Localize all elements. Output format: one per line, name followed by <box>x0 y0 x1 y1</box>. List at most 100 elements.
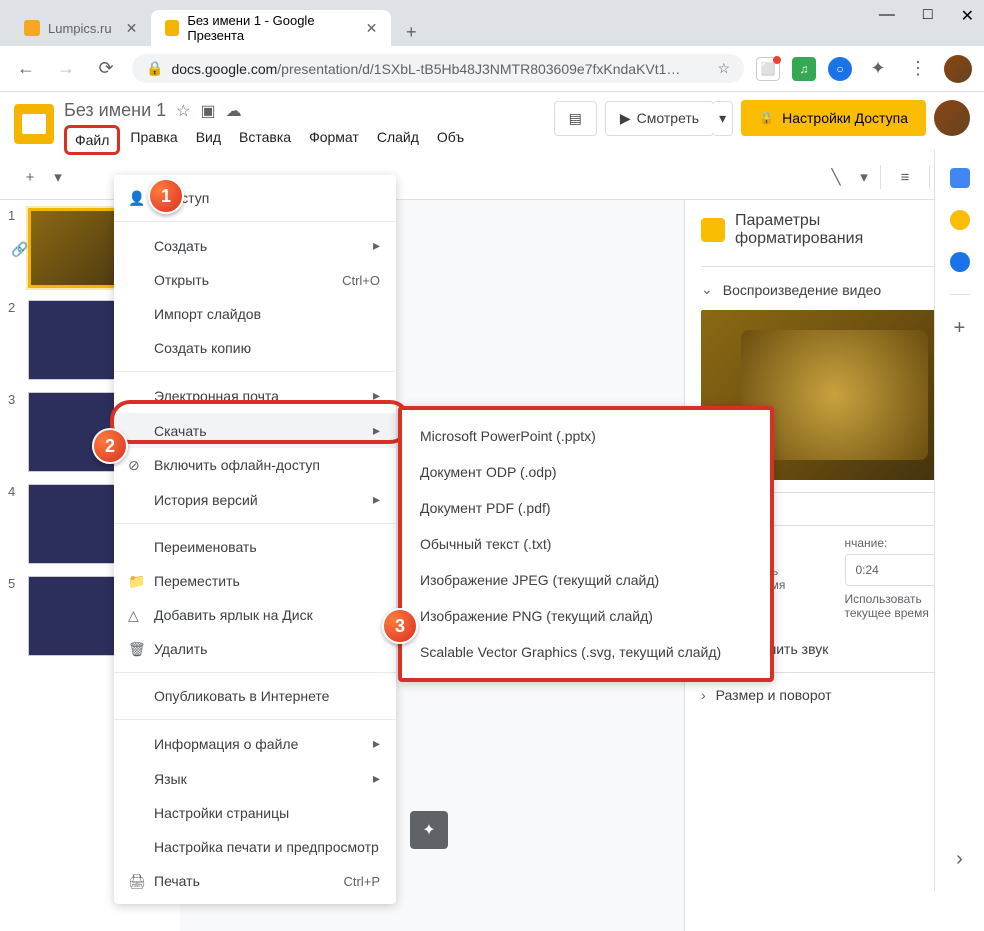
download-pptx[interactable]: Microsoft PowerPoint (.pptx) <box>402 418 770 454</box>
line-dd[interactable]: ▾ <box>856 161 872 193</box>
align-icon[interactable]: ≡ <box>889 161 921 193</box>
menu-format[interactable]: Формат <box>301 125 367 155</box>
menu-delete[interactable]: 🗑Удалить <box>114 632 396 666</box>
chevron-right-icon: › <box>701 687 706 703</box>
account-avatar[interactable] <box>934 100 970 136</box>
present-button[interactable]: ▶ Смотреть <box>605 101 714 136</box>
lock-icon: 🔒 <box>759 111 774 125</box>
menu-history[interactable]: История версий▸ <box>114 482 396 517</box>
menu-import-slides[interactable]: Импорт слайдов <box>114 297 396 331</box>
win-maximize[interactable]: □ <box>923 6 933 26</box>
win-minimize[interactable]: — <box>879 6 895 26</box>
tab-close-icon[interactable]: ✕ <box>126 20 138 37</box>
explore-button[interactable]: ✦ <box>410 811 448 849</box>
favicon-lumpics <box>24 20 40 36</box>
document-title[interactable]: Без имени 1 <box>64 100 166 121</box>
cloud-status-icon: ☁ <box>226 101 242 121</box>
annotation-badge-3: 3 <box>382 608 418 644</box>
menu-email[interactable]: Электронная почта▸ <box>114 378 396 413</box>
url-text: docs.google.com/presentation/d/1SXbL-tB5… <box>171 61 680 77</box>
present-dropdown[interactable]: ▾ <box>713 101 733 136</box>
lock-icon: 🔒 <box>146 60 163 77</box>
tab-slides[interactable]: Без имени 1 - Google Презента ✕ <box>151 10 391 46</box>
line-tool-icon[interactable]: ╲ <box>820 161 852 193</box>
extension-1-icon[interactable]: ⬜ <box>756 57 780 81</box>
play-icon: ▶ <box>620 110 631 127</box>
menu-add-shortcut[interactable]: △Добавить ярлык на Диск <box>114 598 396 632</box>
download-svg[interactable]: Scalable Vector Graphics (.svg, текущий … <box>402 634 770 670</box>
tasks-app-icon[interactable] <box>950 252 970 272</box>
slides-logo-icon[interactable] <box>14 104 54 144</box>
favicon-slides <box>165 20 179 36</box>
menu-edit[interactable]: Правка <box>122 125 185 155</box>
share-button[interactable]: 🔒 Настройки Доступа <box>741 100 926 136</box>
browser-menu-icon[interactable]: ⋮ <box>904 55 932 83</box>
download-jpeg[interactable]: Изображение JPEG (текущий слайд) <box>402 562 770 598</box>
star-icon[interactable]: ☆ <box>176 101 190 121</box>
menu-view[interactable]: Вид <box>188 125 229 155</box>
extensions-puzzle-icon[interactable]: ✦ <box>864 55 892 83</box>
menu-make-copy[interactable]: Создать копию <box>114 331 396 365</box>
menu-arrange[interactable]: Объ <box>429 125 472 155</box>
tab-lumpics[interactable]: Lumpics.ru ✕ <box>10 10 151 46</box>
arrow-icon: ▸ <box>373 491 380 508</box>
download-png[interactable]: Изображение PNG (текущий слайд) <box>402 598 770 634</box>
chevron-down-icon: ⌄ <box>701 281 713 298</box>
comments-button[interactable]: ▤ <box>554 101 597 136</box>
calendar-app-icon[interactable] <box>950 168 970 188</box>
shortcut: Ctrl+O <box>342 273 380 288</box>
new-tab-button[interactable]: + <box>397 18 425 46</box>
tab-close-icon[interactable]: ✕ <box>366 20 378 37</box>
section-size-rotation[interactable]: › Размер и поворот <box>701 687 968 703</box>
menu-open[interactable]: ОткрытьCtrl+O <box>114 263 396 297</box>
nav-reload[interactable]: ⟳ <box>92 55 120 83</box>
profile-avatar[interactable] <box>944 55 972 83</box>
separator <box>929 165 930 189</box>
menu-rename[interactable]: Переименовать <box>114 530 396 564</box>
download-pdf[interactable]: Документ PDF (.pdf) <box>402 490 770 526</box>
menu-offline[interactable]: ⊘Включить офлайн-доступ <box>114 448 396 482</box>
extension-3-icon[interactable]: ○ <box>828 57 852 81</box>
menu-create[interactable]: Создать▸ <box>114 228 396 263</box>
arrow-icon: ▸ <box>373 237 380 254</box>
attachment-icon: 🔗 <box>11 241 28 258</box>
new-slide-button[interactable]: + <box>14 161 46 193</box>
menu-insert[interactable]: Вставка <box>231 125 299 155</box>
download-submenu: Microsoft PowerPoint (.pptx) Документ OD… <box>398 406 774 682</box>
collapse-panel-icon[interactable]: › <box>956 848 963 871</box>
menu-page-setup[interactable]: Настройки страницы <box>114 796 396 830</box>
add-app-icon[interactable]: + <box>954 317 966 340</box>
download-txt[interactable]: Обычный текст (.txt) <box>402 526 770 562</box>
file-menu-dropdown: 👤ь доступ Создать▸ ОткрытьCtrl+O Импорт … <box>114 175 396 904</box>
separator <box>880 165 881 189</box>
nav-back[interactable]: ← <box>12 55 40 83</box>
menu-print-setup[interactable]: Настройка печати и предпросмотр <box>114 830 396 864</box>
section-video-playback[interactable]: ⌄ Воспроизведение видео <box>701 281 968 298</box>
menu-print[interactable]: 🖨ПечатьCtrl+P <box>114 864 396 898</box>
win-close[interactable]: ✕ <box>961 6 974 26</box>
extension-2-icon[interactable]: ♫ <box>792 57 816 81</box>
time-value: 0:24 <box>856 563 879 577</box>
share-icon: 👤 <box>128 190 145 207</box>
menu-info[interactable]: Информация о файле▸ <box>114 726 396 761</box>
keep-app-icon[interactable] <box>950 210 970 230</box>
section-label: Воспроизведение видео <box>723 282 881 298</box>
menu-slide[interactable]: Слайд <box>369 125 427 155</box>
nav-forward[interactable]: → <box>52 55 80 83</box>
share-label: Настройки Доступа <box>782 110 908 126</box>
panel-title: Параметры форматирования <box>735 212 943 248</box>
download-odp[interactable]: Документ ODP (.odp) <box>402 454 770 490</box>
menu-bar: Файл Правка Вид Вставка Формат Слайд Объ <box>64 125 544 155</box>
arrow-icon: ▸ <box>373 735 380 752</box>
menu-language[interactable]: Язык▸ <box>114 761 396 796</box>
slide-number: 4 <box>8 484 20 564</box>
bookmark-star-icon[interactable]: ☆ <box>717 60 730 77</box>
new-slide-dd[interactable]: ▾ <box>50 161 66 193</box>
url-input[interactable]: 🔒 docs.google.com/presentation/d/1SXbL-t… <box>132 54 744 83</box>
menu-publish[interactable]: Опубликовать в Интернете <box>114 679 396 713</box>
menu-file[interactable]: Файл <box>64 125 120 155</box>
menu-download[interactable]: Скачать▸ <box>114 413 396 448</box>
menu-move[interactable]: 📁Переместить <box>114 564 396 598</box>
move-icon[interactable]: ▣ <box>200 101 215 121</box>
drive-icon: △ <box>128 607 139 624</box>
